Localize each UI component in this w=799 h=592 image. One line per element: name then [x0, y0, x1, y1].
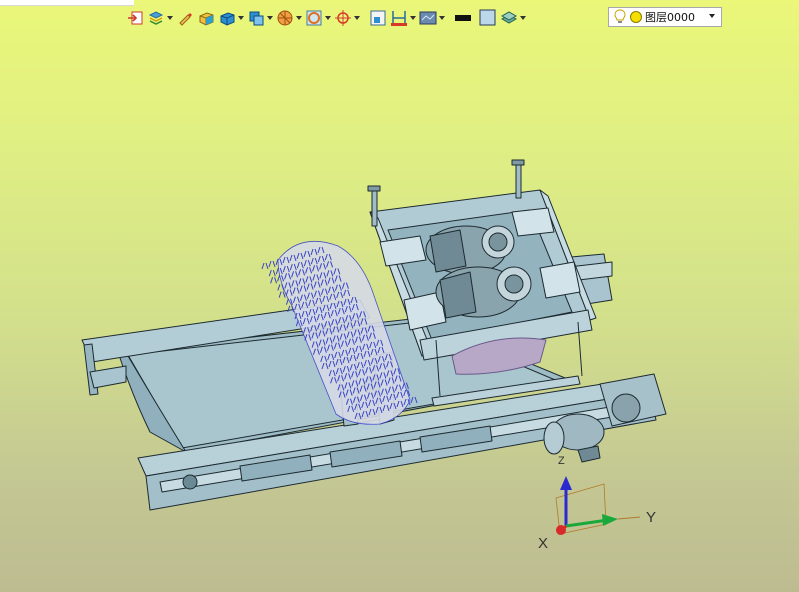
z-axis-arrow-icon	[560, 476, 572, 490]
x-axis-label: X	[538, 535, 548, 552]
lift-post-left	[371, 189, 378, 227]
triad-origin	[556, 525, 566, 535]
z-axis-label: Z	[558, 455, 565, 467]
y-axis-label: Y	[646, 509, 656, 526]
model-canvas[interactable]: Y X Z	[0, 0, 799, 592]
coordinate-triad: Y X Z	[538, 455, 656, 552]
3d-viewport[interactable]: 图层0000 Y X Z	[0, 0, 799, 592]
y-axis-arrow-icon	[602, 514, 618, 526]
lift-post-right	[515, 163, 522, 199]
